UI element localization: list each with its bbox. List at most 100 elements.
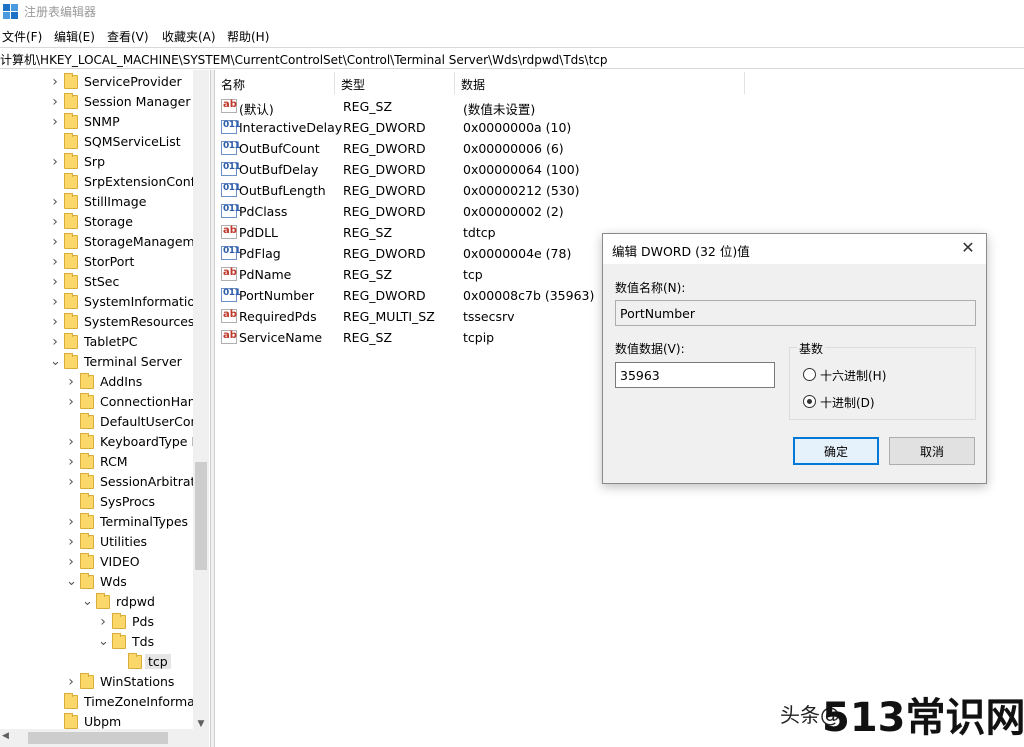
chevron-down-icon[interactable]: ⌄	[82, 595, 93, 608]
chevron-right-icon[interactable]: ›	[50, 215, 60, 229]
tree-node[interactable]: SQMServiceList	[0, 132, 194, 152]
tree-node-label[interactable]: TimeZoneInformation	[84, 694, 209, 709]
tree-node-label[interactable]: VIDEO	[100, 554, 140, 569]
tree-node[interactable]: › TabletPC	[0, 332, 194, 352]
chevron-right-icon[interactable]: ›	[50, 115, 60, 129]
chevron-right-icon[interactable]: ›	[98, 615, 108, 629]
tree-node[interactable]: TimeZoneInformation	[0, 692, 209, 712]
tree-node-label[interactable]: tcp	[145, 654, 171, 669]
tree-node[interactable]: › SNMP	[0, 112, 194, 132]
tree-node[interactable]: › StorPort	[0, 252, 194, 272]
tree-node-label[interactable]: StorageManagement	[84, 234, 209, 249]
value-row[interactable]: 011 PdClass REG_DWORD 0x00000002 (2)	[215, 201, 755, 222]
chevron-down-icon[interactable]: ⌄	[66, 575, 77, 588]
tree-node[interactable]: DefaultUserConfiguration	[0, 412, 209, 432]
tree-node-label[interactable]: SNMP	[84, 114, 120, 129]
tree-node[interactable]: tcp	[0, 652, 194, 672]
value-row[interactable]: 011 InteractiveDelay REG_DWORD 0x0000000a (…	[215, 117, 755, 138]
chevron-right-icon[interactable]: ›	[50, 255, 60, 269]
chevron-right-icon[interactable]: ›	[50, 155, 60, 169]
tree-node-label[interactable]: SystemResources	[84, 314, 194, 329]
tree-scroll-thumb[interactable]	[195, 462, 207, 570]
value-row[interactable]: 011 OutBufLength REG_DWORD 0x00000212 (530)	[215, 180, 755, 201]
menu-help[interactable]: 帮助(H)	[227, 28, 269, 45]
menu-favorites[interactable]: 收藏夹(A)	[162, 28, 216, 45]
tree-node[interactable]: › StorageManagement	[0, 232, 209, 252]
ok-button[interactable]: 确定	[793, 437, 879, 465]
tree-node-label[interactable]: SrpExtensionConfig	[84, 174, 206, 189]
chevron-right-icon[interactable]: ›	[66, 455, 76, 469]
value-data-field[interactable]	[615, 362, 775, 388]
tree-node-label[interactable]: Session Manager	[84, 94, 190, 109]
column-header-data[interactable]: 数据	[455, 72, 745, 94]
value-row[interactable]: ab (默认) REG_SZ (数值未设置)	[215, 96, 755, 117]
tree-node[interactable]: ›SessionArbitrationHelper	[0, 472, 209, 492]
chevron-right-icon[interactable]: ›	[50, 195, 60, 209]
tree-node-label[interactable]: Tds	[132, 634, 154, 649]
dialog-titlebar[interactable]: 编辑 DWORD (32 位)值 ✕	[603, 234, 986, 264]
tree-node[interactable]: › Utilities	[0, 532, 194, 552]
tree-node-label[interactable]: Pds	[132, 614, 154, 629]
tree-node[interactable]: ⌄ rdpwd	[0, 592, 194, 612]
chevron-right-icon[interactable]: ›	[50, 335, 60, 349]
tree-node[interactable]: › SystemResources	[0, 312, 194, 332]
menu-file[interactable]: 文件(F)	[2, 28, 42, 45]
chevron-right-icon[interactable]: ›	[66, 675, 76, 689]
tree-node-label[interactable]: StillImage	[84, 194, 146, 209]
address-bar[interactable]: 计算机\HKEY_LOCAL_MACHINE\SYSTEM\CurrentCon…	[0, 47, 1024, 69]
tree-node[interactable]: › AddIns	[0, 372, 194, 392]
tree-node-label[interactable]: Ubpm	[84, 714, 121, 729]
radio-hex-label[interactable]: 十六进制(H)	[820, 367, 886, 384]
tree-node[interactable]: › SystemInformation	[0, 292, 203, 312]
chevron-right-icon[interactable]: ›	[50, 315, 60, 329]
tree-node[interactable]: SrpExtensionConfig	[0, 172, 206, 192]
chevron-right-icon[interactable]: ›	[66, 435, 76, 449]
tree-node[interactable]: › Pds	[0, 612, 194, 632]
tree-node-label[interactable]: SQMServiceList	[84, 134, 181, 149]
tree-node-label[interactable]: StSec	[84, 274, 119, 289]
tree-node[interactable]: ›KeyboardType Mapping	[0, 432, 209, 452]
tree-node-label[interactable]: Srp	[84, 154, 105, 169]
chevron-right-icon[interactable]: ›	[66, 475, 76, 489]
tree-node-label[interactable]: AddIns	[100, 374, 142, 389]
scroll-left-arrow-icon[interactable]: ◀	[2, 731, 14, 741]
chevron-right-icon[interactable]: ›	[50, 235, 60, 249]
tree-node[interactable]: › Session Manager	[0, 92, 194, 112]
tree-horizontal-scrollbar[interactable]: ◀	[0, 729, 209, 747]
cancel-button[interactable]: 取消	[889, 437, 975, 465]
tree-node-label[interactable]: TerminalTypes	[100, 514, 188, 529]
tree-node-label[interactable]: StorPort	[84, 254, 134, 269]
tree-node[interactable]: › TerminalTypes	[0, 512, 194, 532]
chevron-down-icon[interactable]: ⌄	[50, 355, 61, 368]
chevron-right-icon[interactable]: ›	[66, 375, 76, 389]
tree-node-label[interactable]: Utilities	[100, 534, 147, 549]
tree-node[interactable]: › Srp	[0, 152, 194, 172]
tree-node[interactable]: ⌄ Wds	[0, 572, 194, 592]
menu-view[interactable]: 查看(V)	[107, 28, 149, 45]
value-row[interactable]: 011 OutBufDelay REG_DWORD 0x00000064 (100)	[215, 159, 755, 180]
chevron-right-icon[interactable]: ›	[66, 555, 76, 569]
tree-node[interactable]: › RCM	[0, 452, 194, 472]
chevron-right-icon[interactable]: ›	[50, 75, 60, 89]
tree-node-label[interactable]: WinStations	[100, 674, 174, 689]
tree-node[interactable]: ⌄ Tds	[0, 632, 194, 652]
tree-node-label[interactable]: Wds	[100, 574, 127, 589]
value-row[interactable]: 011 OutBufCount REG_DWORD 0x00000006 (6)	[215, 138, 755, 159]
tree-hscroll-thumb[interactable]	[28, 732, 168, 744]
menu-edit[interactable]: 编辑(E)	[54, 28, 95, 45]
chevron-down-icon[interactable]: ⌄	[98, 635, 109, 648]
tree-node[interactable]: › VIDEO	[0, 552, 194, 572]
value-name-field[interactable]	[615, 300, 976, 326]
tree-node[interactable]: › WinStations	[0, 672, 194, 692]
tree-node[interactable]: › ConnectionHandler	[0, 392, 209, 412]
chevron-right-icon[interactable]: ›	[66, 515, 76, 529]
tree-node[interactable]: ⌄ Terminal Server	[0, 352, 194, 372]
chevron-right-icon[interactable]: ›	[50, 275, 60, 289]
tree-node-label[interactable]: rdpwd	[116, 594, 155, 609]
tree-node[interactable]: SysProcs	[0, 492, 194, 512]
column-header-type[interactable]: 类型	[335, 72, 455, 94]
tree-node-label[interactable]: TabletPC	[84, 334, 138, 349]
tree-vertical-scrollbar[interactable]: ▼	[193, 70, 209, 732]
address-path[interactable]: 计算机\HKEY_LOCAL_MACHINE\SYSTEM\CurrentCon…	[0, 51, 608, 68]
close-icon[interactable]: ✕	[958, 238, 978, 258]
